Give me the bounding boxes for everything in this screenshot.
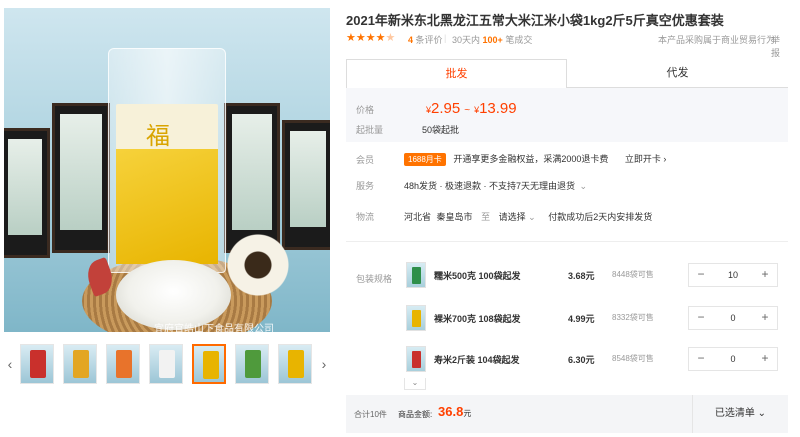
sku-price: 3.68元 [568, 271, 595, 281]
member-card-badge: 1688月卡 [404, 153, 446, 166]
quantity-input[interactable]: 0 [713, 307, 753, 329]
bag-stamp-text: 福 [146, 122, 170, 150]
folding-screen-left [4, 128, 50, 258]
report-link[interactable]: 举报 [771, 33, 788, 59]
review-count-link[interactable]: 条评价 [416, 35, 443, 45]
thumb-prev-arrow[interactable]: ‹ [4, 356, 16, 372]
thumbnail-strip: ‹ › [4, 344, 330, 384]
service-text: 48h发货 · 极速退款 · 不支持7天无理由退货 [404, 181, 576, 191]
selected-list-button[interactable]: 已选清单 ⌄ [692, 395, 788, 433]
tab-dropship[interactable]: 代发 [567, 59, 788, 88]
quantity-input[interactable]: 10 [713, 264, 753, 286]
divider [346, 241, 788, 242]
sold-suffix: 笔成交 [505, 35, 533, 45]
sku-row: 糯米500克 100袋起发 3.68元 8448袋可售 − 10 + [406, 262, 788, 292]
quantity-stepper: − 0 + [688, 347, 778, 371]
sku-label: 包装规格 [356, 274, 393, 284]
purchase-mode-tabs: 批发 代发 [346, 59, 788, 88]
service-label: 服务 [356, 181, 375, 191]
member-label: 会员 [356, 155, 375, 165]
increase-button[interactable]: + [753, 307, 777, 329]
price-min: 2.95 [431, 100, 461, 117]
sku-name: 糯米500克 100袋起发 [434, 271, 521, 281]
sku-row: 裸米700克 108袋起发 4.99元 8332袋可售 − 0 + [406, 305, 788, 335]
flower-decoration [226, 233, 290, 297]
logistics-label: 物流 [356, 212, 375, 222]
moq-label: 起批量 [356, 125, 384, 135]
ship-from-province: 河北省 [404, 212, 432, 222]
folding-screen-right [282, 120, 330, 250]
quantity-stepper: − 0 + [688, 306, 778, 330]
thumb-next-arrow[interactable]: › [318, 356, 330, 372]
open-card-link[interactable]: 立即开卡 › [625, 154, 667, 164]
destination-select[interactable]: 请选择 [499, 212, 526, 222]
price-max: 13.99 [479, 100, 517, 117]
quantity-stepper: − 10 + [688, 263, 778, 287]
sku-thumbnail[interactable] [406, 262, 426, 288]
increase-button[interactable]: + [753, 348, 777, 370]
delivery-note: 付款成功后2天内安排发货 [548, 212, 653, 222]
folding-screen-mid-left [52, 103, 110, 253]
increase-button[interactable]: + [753, 264, 777, 286]
thumbnail[interactable] [235, 344, 269, 384]
thumbnail[interactable] [106, 344, 140, 384]
rice-bag-label: 福 [116, 104, 218, 264]
amount-value: 36.8元 [438, 404, 472, 419]
amount-label: 商品金额: [398, 410, 433, 419]
tab-wholesale[interactable]: 批发 [346, 59, 567, 88]
product-title: 2021年新米东北黑龙江五常大米江米小袋1kg2斤5斤真空优惠套装 [346, 13, 724, 28]
image-watermark: 宜府官皓山下食品有限公司 [154, 324, 274, 332]
sold-prefix: 30天内 [452, 35, 481, 45]
decrease-button[interactable]: − [689, 264, 713, 286]
quantity-input[interactable]: 0 [713, 348, 753, 370]
thumbnail[interactable] [63, 344, 97, 384]
decrease-button[interactable]: − [689, 307, 713, 329]
sku-row: 寿米2斤装 104袋起发 6.30元 8548袋可售 − 0 + [406, 346, 788, 376]
price-range: ¥2.95 ~ ¥13.99 [426, 100, 517, 117]
thumbnail[interactable] [149, 344, 183, 384]
sku-thumbnail[interactable] [406, 346, 426, 372]
service-chevron-icon[interactable]: ⌄ [580, 181, 588, 191]
sold-count: 100+ [482, 35, 503, 45]
price-box: 价格 ¥2.95 ~ ¥13.99 起批量 50袋起批 [346, 88, 788, 142]
sku-stock: 8332袋可售 [612, 313, 654, 322]
rating-value: 4 [408, 35, 414, 45]
trade-note: 本产品采购属于商业贸易行为 [658, 35, 776, 45]
sku-price: 4.99元 [568, 314, 595, 324]
sku-name: 裸米700克 108袋起发 [434, 314, 521, 324]
decrease-button[interactable]: − [689, 348, 713, 370]
destination-chevron-icon[interactable]: ⌄ [528, 212, 536, 222]
sku-thumbnail[interactable] [406, 305, 426, 331]
folding-screen-mid-right [224, 103, 280, 253]
product-meta: ★★★★★ 4 条评价 | 30天内 100+ 笔成交 本产品采购属于商业贸易行… [346, 32, 788, 58]
main-product-image[interactable]: 福 宜府官皓山下食品有限公司 [4, 8, 330, 332]
order-summary-bar: 合计10件 商品金额: 36.8元 已选清单 ⌄ [346, 395, 788, 433]
expand-sku-chevron-icon[interactable]: ⌄ [404, 378, 426, 390]
sku-name: 寿米2斤装 104袋起发 [434, 355, 520, 365]
total-count: 合计10件 [354, 410, 387, 419]
ship-from-city: 秦皇岛市 [436, 212, 473, 222]
member-promo-text: 开通享更多金融权益，采满2000退卡费 [453, 154, 609, 164]
thumbnail[interactable] [20, 344, 54, 384]
price-label: 价格 [356, 105, 375, 115]
moq-value: 50袋起批 [422, 125, 460, 135]
rating-stars-icon: ★★★★★ [346, 32, 396, 44]
sku-stock: 8548袋可售 [612, 354, 654, 363]
sku-price: 6.30元 [568, 355, 595, 365]
thumbnail-active[interactable] [192, 344, 226, 384]
sku-stock: 8448袋可售 [612, 270, 654, 279]
thumbnail[interactable] [278, 344, 312, 384]
